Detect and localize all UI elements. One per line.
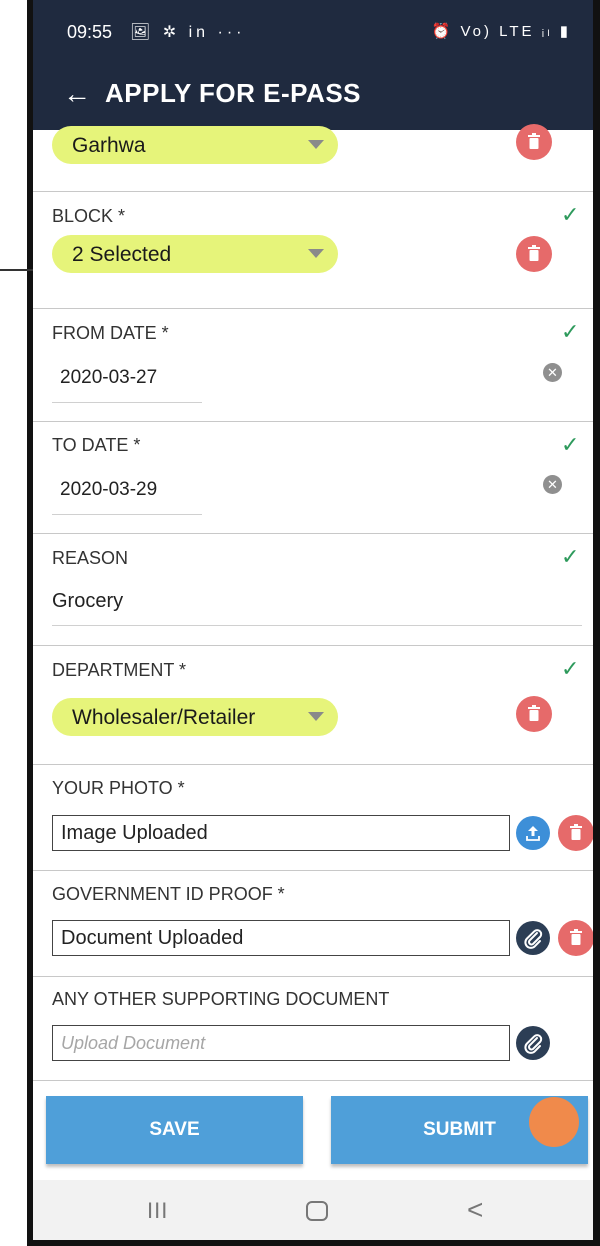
paperclip-icon [524,929,543,949]
your-photo-delete-button[interactable] [558,815,593,851]
government-id-label: GOVERNMENT ID PROOF * [52,884,285,904]
district-delete-button[interactable] [516,124,552,160]
system-status-icons: ⏰ Vo) LTE ᵢₗ ▮ [431,23,571,40]
department-value: Wholesaler/Retailer [72,706,256,729]
district-dropdown[interactable]: Garhwa [52,126,338,164]
your-photo-field[interactable]: Image Uploaded [52,815,510,851]
block-delete-button[interactable] [516,236,552,272]
back-icon[interactable]: < [467,1194,483,1226]
paperclip-icon [524,1034,543,1054]
trash-icon [570,929,582,945]
home-icon[interactable] [306,1201,328,1221]
supporting-doc-label: ANY OTHER SUPPORTING DOCUMENT [52,989,390,1009]
reason-section: REASON ✓ Grocery [33,534,593,646]
your-photo-value: Image Uploaded [61,822,208,844]
attach-document-button[interactable] [516,1026,550,1060]
check-icon: ✓ [561,202,580,227]
status-bar: 09:55 🖼 ✲ in ··· ⏰ Vo) LTE ᵢₗ ▮ [33,0,593,64]
system-nav-bar: III < [33,1180,593,1240]
from-date-underline [52,402,202,403]
phone-screen: 09:55 🖼 ✲ in ··· ⏰ Vo) LTE ᵢₗ ▮ ← APPLY … [33,0,593,1240]
block-value: 2 Selected [72,243,172,266]
save-button[interactable]: SAVE [46,1096,303,1164]
touch-indicator [529,1097,579,1147]
upload-icon [526,826,540,841]
upload-photo-button[interactable] [516,816,550,850]
department-section: DEPARTMENT * ✓ Wholesaler/Retailer [33,646,593,765]
attach-id-button[interactable] [516,921,550,955]
status-time: 09:55 [67,22,113,42]
notification-icons: 🖼 ✲ in ··· [130,24,246,41]
annotation-frame-bottom [27,1240,600,1246]
your-photo-section: YOUR PHOTO * Image Uploaded [33,765,593,871]
government-id-field[interactable]: Document Uploaded [52,920,510,956]
check-icon: ✓ [561,319,580,344]
clear-icon[interactable]: ✕ [543,363,562,382]
reason-label: REASON [52,548,129,568]
to-date-section: TO DATE * ✓ 2020-03-29 ✕ [33,422,593,534]
dropdown-arrow-icon [308,140,324,149]
to-date-label: TO DATE * [52,435,141,455]
block-section: BLOCK * ✓ 2 Selected [33,192,593,309]
to-date-underline [52,514,202,515]
check-icon: ✓ [561,432,580,457]
trash-icon [570,824,582,840]
supporting-doc-field[interactable]: Upload Document [52,1025,510,1061]
block-dropdown[interactable]: 2 Selected [52,235,338,273]
trash-icon [528,705,540,721]
from-date-section: FROM DATE * ✓ 2020-03-27 ✕ [33,309,593,422]
from-date-input[interactable]: 2020-03-27 [60,367,157,389]
reason-input[interactable]: Grocery [52,590,123,613]
district-section: Garhwa [33,124,593,192]
dropdown-arrow-icon [308,712,324,721]
dropdown-arrow-icon [308,249,324,258]
from-date-label: FROM DATE * [52,323,169,343]
reason-underline [52,625,582,626]
government-id-section: GOVERNMENT ID PROOF * Document Uploaded [33,871,593,977]
trash-icon [528,133,540,149]
arrow-left-icon[interactable]: ← [63,78,91,110]
check-icon: ✓ [561,544,580,569]
trash-icon [528,245,540,261]
block-label: BLOCK * [52,206,126,226]
government-id-delete-button[interactable] [558,920,593,956]
page-title: APPLY FOR E-PASS [105,78,362,108]
check-icon: ✓ [561,656,580,681]
department-label: DEPARTMENT * [52,660,187,680]
clear-icon[interactable]: ✕ [543,475,562,494]
department-delete-button[interactable] [516,696,552,732]
your-photo-label: YOUR PHOTO * [52,778,185,798]
district-value: Garhwa [72,134,146,157]
supporting-doc-placeholder: Upload Document [61,1033,206,1053]
annotation-frame-right [593,0,600,1246]
department-dropdown[interactable]: Wholesaler/Retailer [52,698,338,736]
recents-icon[interactable]: III [147,1198,168,1224]
app-bar: ← APPLY FOR E-PASS [33,64,593,130]
supporting-doc-section: ANY OTHER SUPPORTING DOCUMENT Upload Doc… [33,977,593,1081]
to-date-input[interactable]: 2020-03-29 [60,479,157,501]
government-id-value: Document Uploaded [61,927,244,949]
